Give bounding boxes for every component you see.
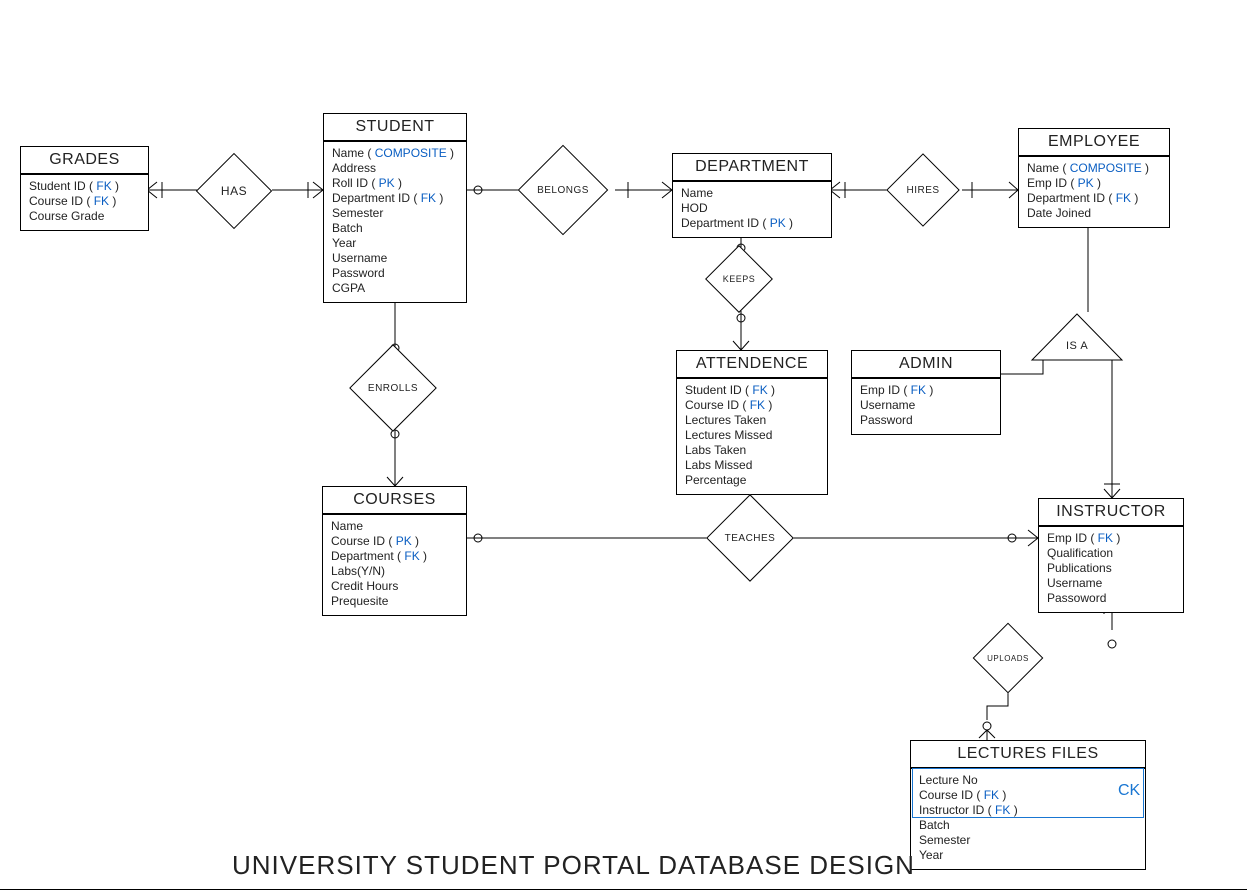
attribute-row: Department ID ( PK ) [681, 216, 823, 231]
entity-title: ATTENDENCE [677, 351, 827, 379]
entity-student: STUDENT Name ( COMPOSITE )AddressRoll ID… [323, 113, 467, 303]
attribute-row: HOD [681, 201, 823, 216]
entity-lectures: LECTURES FILES Lecture NoCourse ID ( FK … [910, 740, 1146, 870]
attribute-row: Semester [919, 833, 1137, 848]
entity-attrs-student: Name ( COMPOSITE )AddressRoll ID ( PK )D… [324, 142, 466, 302]
attribute-row: Course ID ( FK ) [29, 194, 140, 209]
attribute-row: Prequesite [331, 594, 458, 609]
attribute-row: Credit Hours [331, 579, 458, 594]
attribute-row: Name ( COMPOSITE ) [1027, 161, 1161, 176]
entity-title: COURSES [323, 487, 466, 515]
attribute-row: Student ID ( FK ) [29, 179, 140, 194]
attribute-row: Batch [919, 818, 1137, 833]
rel-isa: IS A [1030, 312, 1124, 367]
entity-attrs-attendance: Student ID ( FK )Course ID ( FK )Lecture… [677, 379, 827, 494]
page-title: UNIVERSITY STUDENT PORTAL DATABASE DESIG… [232, 850, 915, 881]
attribute-row: Course Grade [29, 209, 140, 224]
entity-instructor: INSTRUCTOR Emp ID ( FK )QualificationPub… [1038, 498, 1184, 613]
attribute-row: Labs Taken [685, 443, 819, 458]
attribute-row: Passoword [1047, 591, 1175, 606]
attribute-row: Lectures Missed [685, 428, 819, 443]
attribute-row: Name ( COMPOSITE ) [332, 146, 458, 161]
entity-attrs-employee: Name ( COMPOSITE )Emp ID ( PK )Departmen… [1019, 157, 1169, 227]
attribute-row: Department ID ( FK ) [332, 191, 458, 206]
entity-admin: ADMIN Emp ID ( FK )UsernamePassword [851, 350, 1001, 435]
entity-attrs-department: NameHODDepartment ID ( PK ) [673, 182, 831, 237]
entity-title: DEPARTMENT [673, 154, 831, 182]
attribute-row: Roll ID ( PK ) [332, 176, 458, 191]
attribute-row: Course ID ( FK ) [685, 398, 819, 413]
entity-department: DEPARTMENT NameHODDepartment ID ( PK ) [672, 153, 832, 238]
attribute-row: Name [681, 186, 823, 201]
attribute-row: CGPA [332, 281, 458, 296]
attribute-row: Password [860, 413, 992, 428]
entity-title: INSTRUCTOR [1039, 499, 1183, 527]
attribute-row: Labs Missed [685, 458, 819, 473]
attribute-row: Department ID ( FK ) [1027, 191, 1161, 206]
entity-title: GRADES [21, 147, 148, 175]
rel-has: HAS [208, 165, 260, 217]
entity-courses: COURSES NameCourse ID ( PK )Department (… [322, 486, 467, 616]
rel-teaches: TEACHES [720, 508, 780, 568]
attribute-row: Semester [332, 206, 458, 221]
attribute-row: Lecture No [919, 773, 1137, 788]
attribute-row: Year [919, 848, 1137, 863]
attribute-row: Name [331, 519, 458, 534]
attribute-row: Date Joined [1027, 206, 1161, 221]
attribute-row: Emp ID ( FK ) [1047, 531, 1175, 546]
entity-attrs-lectures: Lecture NoCourse ID ( FK )Instructor ID … [911, 769, 1145, 869]
attribute-row: Emp ID ( FK ) [860, 383, 992, 398]
attribute-row: Address [332, 161, 458, 176]
rel-enrolls: ENROLLS [363, 358, 423, 418]
entity-title: STUDENT [324, 114, 466, 142]
entity-attrs-courses: NameCourse ID ( PK )Department ( FK )Lab… [323, 515, 466, 615]
attribute-row: Course ID ( FK ) [919, 788, 1137, 803]
attribute-row: Password [332, 266, 458, 281]
entity-attrs-instructor: Emp ID ( FK )QualificationPublicationsUs… [1039, 527, 1183, 612]
entity-attrs-grades: Student ID ( FK )Course ID ( FK )Course … [21, 175, 148, 230]
rel-keeps: KEEPS [716, 256, 762, 302]
attribute-row: Batch [332, 221, 458, 236]
entity-title: EMPLOYEE [1019, 129, 1169, 157]
entity-title: ADMIN [852, 351, 1000, 379]
composite-key-label: CK [1118, 782, 1140, 800]
attribute-row: Labs(Y/N) [331, 564, 458, 579]
attribute-row: Username [332, 251, 458, 266]
attribute-row: Department ( FK ) [331, 549, 458, 564]
attribute-row: Username [860, 398, 992, 413]
entity-title: LECTURES FILES [911, 741, 1145, 769]
entity-attendance: ATTENDENCE Student ID ( FK )Course ID ( … [676, 350, 828, 495]
attribute-row: Instructor ID ( FK ) [919, 803, 1137, 818]
rel-hires: HIRES [898, 165, 948, 215]
attribute-row: Username [1047, 576, 1175, 591]
attribute-row: Publications [1047, 561, 1175, 576]
rel-uploads: UPLOADS [984, 634, 1032, 682]
entity-attrs-admin: Emp ID ( FK )UsernamePassword [852, 379, 1000, 434]
attribute-row: Course ID ( PK ) [331, 534, 458, 549]
attribute-row: Percentage [685, 473, 819, 488]
attribute-row: Emp ID ( PK ) [1027, 176, 1161, 191]
entity-employee: EMPLOYEE Name ( COMPOSITE )Emp ID ( PK )… [1018, 128, 1170, 228]
rel-belongs: BELONGS [532, 159, 594, 221]
attribute-row: Qualification [1047, 546, 1175, 561]
attribute-row: Lectures Taken [685, 413, 819, 428]
entity-grades: GRADES Student ID ( FK )Course ID ( FK )… [20, 146, 149, 231]
attribute-row: Year [332, 236, 458, 251]
attribute-row: Student ID ( FK ) [685, 383, 819, 398]
